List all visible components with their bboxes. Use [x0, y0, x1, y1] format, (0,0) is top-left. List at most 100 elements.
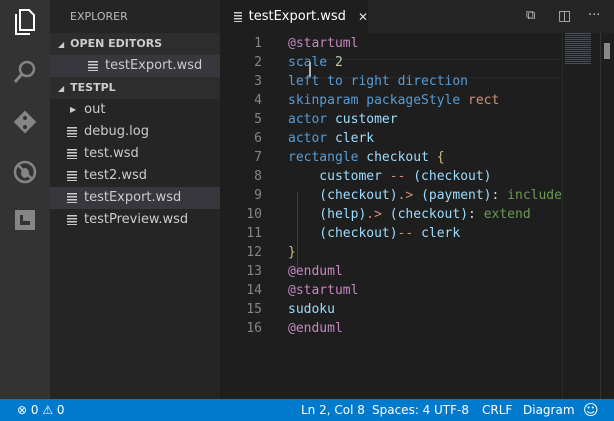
code-token: (checkout) — [288, 188, 398, 203]
debug-icon[interactable] — [0, 150, 50, 194]
code-line[interactable]: (checkout)-- clerk — [288, 224, 460, 243]
line-number: 15 — [246, 302, 262, 317]
line-number: 1 — [254, 36, 262, 51]
file-item[interactable]: debug.log — [50, 121, 220, 143]
code-token: skinparam packageStyle — [288, 93, 469, 108]
text-cursor — [309, 62, 311, 77]
file-label: test.wsd — [84, 146, 139, 161]
file-icon — [67, 171, 77, 181]
code-token: (checkout) — [288, 226, 398, 241]
problems-indicator[interactable]: ⊗ 0 ⚠ 0 — [17, 399, 65, 421]
tab-bar: testExport.wsd ✕ ⧉ ◫ ··· — [220, 0, 614, 33]
code-line[interactable]: } — [288, 243, 296, 262]
folder-out[interactable]: ▶ out — [50, 99, 220, 121]
code-line[interactable]: customer -- (checkout) — [288, 167, 492, 186]
feedback-smiley-icon[interactable]: ☺ — [583, 399, 599, 421]
code-token: actor — [288, 112, 335, 127]
code-line[interactable]: scale 2 — [288, 53, 343, 72]
code-line[interactable]: @enduml — [288, 262, 343, 281]
indentation[interactable]: Spaces: 4 — [372, 399, 430, 421]
line-number: 10 — [246, 207, 262, 222]
line-number: 6 — [254, 131, 262, 146]
cursor-position[interactable]: Ln 2, Col 8 — [301, 399, 365, 421]
code-editor[interactable]: 1 @startuml 2 scale 2 3 left to right directi… — [220, 33, 562, 399]
encoding[interactable]: UTF-8 — [434, 399, 469, 421]
code-line[interactable]: sudoku — [288, 300, 335, 319]
line-number: 14 — [246, 283, 262, 298]
chevron-right-icon: ▶ — [70, 105, 77, 114]
extensions-icon[interactable] — [0, 198, 50, 242]
line-number: 12 — [246, 245, 262, 260]
code-line[interactable]: @startuml — [288, 281, 358, 300]
file-icon — [67, 149, 77, 159]
code-line[interactable]: actor clerk — [288, 129, 374, 148]
files-icon[interactable] — [0, 0, 50, 44]
open-editor-item[interactable]: testExport.wsd — [50, 55, 220, 77]
git-icon[interactable] — [0, 100, 50, 144]
line-ending[interactable]: CRLF — [482, 399, 512, 421]
code-token: } — [288, 245, 296, 260]
code-token: (help) — [288, 207, 367, 222]
file-label: debug.log — [84, 124, 149, 139]
code-line[interactable]: (help).> (checkout): extend — [288, 205, 530, 224]
status-bar: ⊗ 0 ⚠ 0 Ln 2, Col 8 Spaces: 4 UTF-8 CRLF… — [0, 399, 614, 421]
editor-group: testExport.wsd ✕ ⧉ ◫ ··· 1 @startuml 2 scale… — [220, 0, 614, 399]
code-token: @enduml — [288, 321, 343, 336]
tab-testexport[interactable]: testExport.wsd ✕ — [220, 0, 368, 33]
language-mode[interactable]: Diagram — [523, 399, 575, 421]
code-token: : — [468, 207, 484, 222]
code-line[interactable]: (checkout).> (payment): include — [288, 186, 562, 205]
section-label: TESTPL — [70, 81, 116, 94]
file-item[interactable]: test.wsd — [50, 143, 220, 165]
line-number: 3 — [254, 74, 262, 89]
code-token: @startuml — [288, 283, 359, 298]
scrollbar-thumb[interactable] — [604, 43, 610, 59]
open-editors-header[interactable]: ◢ OPEN EDITORS — [50, 33, 220, 55]
line-number: 7 — [254, 150, 262, 165]
error-count: 0 — [30, 403, 39, 417]
code-token: : — [491, 188, 508, 203]
file-label: testPreview.wsd — [84, 212, 189, 227]
open-preview-icon[interactable]: ⧉ — [526, 8, 535, 23]
folder-header[interactable]: ◢ TESTPL — [50, 77, 220, 99]
close-icon[interactable]: ✕ — [358, 10, 368, 24]
code-token: rect — [468, 93, 500, 108]
code-token: sudoku — [288, 302, 335, 317]
file-icon — [67, 127, 77, 137]
code-token: rectangle — [288, 150, 367, 165]
code-token: .> — [397, 188, 422, 203]
code-token: -- — [397, 226, 422, 241]
warning-count: 0 — [56, 403, 65, 417]
tab-label: testExport.wsd — [248, 9, 346, 24]
line-number: 8 — [254, 169, 262, 184]
file-item[interactable]: testPreview.wsd — [50, 209, 220, 231]
file-label: testExport.wsd — [105, 58, 203, 73]
code-line[interactable]: left to right direction — [288, 72, 468, 91]
line-number: 16 — [246, 321, 262, 336]
minimap[interactable] — [562, 33, 600, 399]
section-label: OPEN EDITORS — [70, 37, 163, 50]
file-label: test2.wsd — [84, 168, 148, 183]
code-line[interactable]: @startuml — [288, 34, 358, 53]
line-number: 11 — [246, 226, 262, 241]
code-token: (payment) — [421, 188, 492, 203]
split-editor-icon[interactable]: ◫ — [558, 8, 571, 24]
more-actions-icon[interactable]: ··· — [588, 8, 600, 23]
code-token: clerk — [334, 131, 375, 146]
code-line[interactable]: @enduml — [288, 319, 343, 338]
code-token: (checkout) — [413, 169, 492, 184]
code-token: clerk — [421, 226, 461, 241]
folder-label: out — [84, 102, 106, 117]
file-item-selected[interactable]: testExport.wsd — [50, 187, 220, 209]
search-icon[interactable] — [0, 50, 50, 94]
scrollbar[interactable] — [600, 33, 614, 399]
line-number: 2 — [254, 55, 262, 70]
code-line[interactable]: actor customer — [288, 110, 398, 129]
file-icon — [67, 193, 77, 203]
code-token: scale — [288, 55, 335, 70]
code-token: @startuml — [288, 36, 359, 51]
code-line[interactable]: rectangle checkout { — [288, 148, 445, 167]
file-item[interactable]: test2.wsd — [50, 165, 220, 187]
code-token: customer — [334, 112, 398, 127]
code-line[interactable]: skinparam packageStyle rect — [288, 91, 499, 110]
